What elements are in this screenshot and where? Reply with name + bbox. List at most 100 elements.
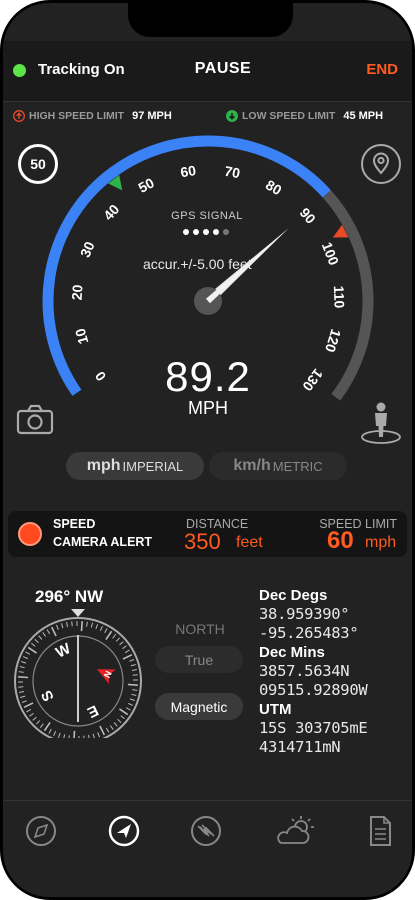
speed-camera-alert[interactable]: SPEED CAMERA ALERT DISTANCE 350 feet SPE… (8, 511, 407, 557)
gauge-tick-label: 130 (299, 366, 326, 394)
compass-tick (46, 629, 51, 635)
compass-tick (68, 735, 70, 738)
dec-degs-latitude: 38.959390° (259, 605, 350, 623)
compass-tick (122, 645, 127, 650)
utm-northing: 4314711mN (259, 738, 341, 756)
compass-tick (66, 622, 68, 628)
compass-tick (42, 632, 47, 637)
compass-tick (43, 722, 51, 732)
compass-tick (115, 637, 121, 642)
compass-tick (26, 708, 32, 713)
compass-tick (32, 716, 37, 721)
compass-tick (129, 698, 135, 702)
compass-letter-e: E (84, 701, 100, 721)
compass-tick (124, 649, 130, 654)
gauge-tick-label: 0 (92, 368, 110, 384)
compass-tick (60, 623, 64, 629)
compass-tick (23, 702, 34, 709)
weather-tab[interactable] (272, 813, 320, 849)
compass-tick (39, 723, 44, 728)
dec-mins-label: Dec Mins (259, 644, 325, 661)
utm-label: UTM (259, 701, 292, 718)
gps-accuracy: accur.+/-5.00 feet (143, 256, 252, 272)
gps-signal-dot (213, 229, 219, 235)
imperial-unit-sub: IMPERIAL (122, 458, 184, 474)
location-pin-button[interactable] (361, 144, 401, 184)
pedestrian-mode-button[interactable] (359, 399, 403, 445)
alert-indicator-icon (18, 522, 42, 546)
camera-button[interactable] (15, 403, 55, 437)
log-tab[interactable] (360, 813, 400, 849)
gauge-tick-label: 80 (263, 177, 285, 199)
north-reference-label: NORTH (175, 621, 225, 637)
notch (128, 3, 293, 37)
gauge-tick-label: 20 (68, 284, 85, 301)
high-limit-label: HIGH SPEED LIMIT (29, 110, 125, 122)
compass-tick (130, 663, 136, 667)
compass-tick (132, 689, 138, 691)
compass-tick (25, 651, 31, 655)
compass-tick (128, 702, 134, 706)
gauge-tick-label: 100 (319, 240, 342, 268)
compass-letter-s: S (38, 687, 58, 703)
compass-tick (127, 683, 138, 686)
compass-tick (80, 621, 83, 632)
compass-tick (122, 653, 133, 660)
compass-tick (56, 624, 59, 630)
compass-tick (119, 708, 129, 716)
compass-tick (73, 730, 76, 738)
navigation-tab[interactable] (104, 813, 144, 849)
satellite-tab-icon (191, 816, 221, 846)
compass-tick (131, 693, 137, 697)
gauge-tick-label: 110 (331, 285, 348, 308)
compass-needle-icon: N (97, 669, 116, 684)
compass-tick (109, 725, 114, 730)
tracking-status-dot (13, 64, 26, 77)
speed-limits-row: HIGH SPEED LIMIT 97 MPH LOW SPEED LIMIT … (3, 107, 412, 127)
alert-speed-limit-unit: mph (365, 534, 397, 551)
compass-tick (83, 735, 85, 738)
compass-tick (27, 646, 37, 654)
compass-tick (21, 700, 27, 703)
compass-tick (120, 715, 125, 720)
metric-unit-button[interactable]: km/h METRIC (209, 452, 347, 480)
end-button[interactable]: END (366, 61, 398, 78)
imperial-unit-button[interactable]: mph IMPERIAL (66, 452, 204, 480)
compass-tick (18, 676, 29, 679)
compass-tick (57, 732, 61, 738)
compass-tick (88, 734, 90, 738)
compass-tick (105, 630, 113, 640)
true-north-button[interactable]: True (155, 646, 243, 673)
compass-tab[interactable] (21, 813, 61, 849)
compass-tick (97, 732, 100, 738)
compass-tick (20, 695, 26, 699)
high-speed-limit[interactable]: HIGH SPEED LIMIT 97 MPH (13, 110, 172, 122)
compass-tick (131, 669, 137, 671)
alert-title-line2: CAMERA ALERT (53, 535, 153, 549)
document-icon (370, 816, 391, 846)
satellite-tab[interactable] (186, 813, 226, 849)
compass-tick (31, 642, 36, 647)
gps-signal-dot (203, 229, 209, 235)
pause-button[interactable]: PAUSE (178, 60, 268, 78)
low-speed-limit[interactable]: LOW SPEED LIMIT 45 MPH (226, 110, 383, 122)
compass-tick (63, 734, 66, 738)
gps-signal-label: GPS SIGNAL (171, 210, 243, 222)
compass-tick (105, 727, 110, 733)
compass-tick (99, 725, 106, 736)
heading-marker-icon (71, 609, 85, 617)
phone-frame: Tracking On PAUSE END HIGH SPEED LIMIT 9… (0, 0, 415, 900)
coordinates-panel: Dec Degs 38.959390° -95.265483° Dec Mins… (259, 586, 409, 757)
speed-limit-badge[interactable]: 50 (18, 144, 58, 184)
gauge-tick-label: 10 (72, 326, 92, 346)
compass-dial[interactable]: W S E N (11, 603, 146, 738)
gauge-tick-label: 60 (179, 162, 197, 180)
compass-tick (19, 665, 25, 669)
compass-tab-icon (26, 816, 56, 846)
map-pin-icon (372, 152, 390, 175)
compass-tick (21, 660, 27, 664)
app-screen: Tracking On PAUSE END HIGH SPEED LIMIT 9… (3, 3, 412, 897)
gps-signal-strength (183, 229, 229, 235)
magnetic-north-button[interactable]: Magnetic (155, 693, 243, 720)
navigation-tab-icon (108, 815, 140, 847)
